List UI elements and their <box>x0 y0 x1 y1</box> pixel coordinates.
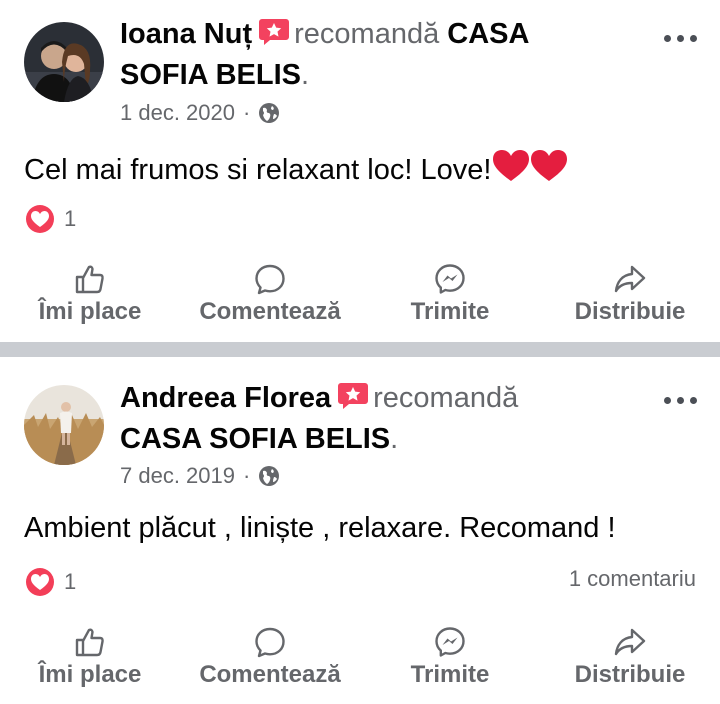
reactions-summary[interactable]: 1 <box>24 566 76 598</box>
post-text: Ambient plăcut , liniște , relaxare. Rec… <box>24 509 704 547</box>
author-name[interactable]: Andreea Florea <box>120 382 331 414</box>
comment-button[interactable]: Comentează <box>180 625 360 689</box>
globe-icon <box>258 465 280 487</box>
send-button[interactable]: Trimite <box>360 625 540 689</box>
reaction-count: 1 <box>64 569 77 594</box>
send-button[interactable]: Trimite <box>360 262 540 326</box>
messenger-icon <box>435 627 465 657</box>
more-dot <box>689 34 697 42</box>
more-dot <box>676 34 684 42</box>
like-label: Îmi place <box>38 298 142 325</box>
share-button[interactable]: Distribuie <box>540 625 720 689</box>
comment-bubble-icon <box>255 264 285 295</box>
thumbs-up-icon <box>75 265 104 294</box>
post-text-content: Cel mai frumos si relaxant loc! Love! <box>24 154 492 186</box>
post-date[interactable]: 7 dec. 2019 <box>120 463 235 489</box>
comment-label: Comentează <box>199 298 341 325</box>
meta-separator: · <box>242 463 251 488</box>
author-avatar[interactable] <box>24 385 104 465</box>
header-period: . <box>301 59 310 91</box>
more-dot <box>689 396 697 404</box>
author-avatar[interactable] <box>24 22 104 102</box>
globe-icon <box>258 102 280 124</box>
post-card-2: Andreea Florea recomandă CASA SOFIA BELIS… <box>0 357 720 704</box>
share-button[interactable]: Distribuie <box>540 262 720 326</box>
post-text-content: Ambient plăcut , liniște , relaxare. Rec… <box>24 512 616 544</box>
share-label: Distribuie <box>574 661 686 688</box>
action-bar: Îmi place Comentează Trimite Distribuie <box>0 262 720 326</box>
like-button[interactable]: Îmi place <box>0 262 180 326</box>
reactions-summary[interactable]: 1 <box>24 203 76 235</box>
comment-bubble-icon <box>255 627 285 658</box>
post-meta: 7 dec. 2019 · <box>120 463 280 489</box>
share-label: Distribuie <box>574 298 686 325</box>
heart-reaction-icon <box>24 566 56 598</box>
more-horizontal-icon <box>663 34 671 42</box>
more-horizontal-icon <box>663 396 671 404</box>
meta-separator: · <box>242 100 251 125</box>
like-label: Îmi place <box>38 661 142 688</box>
messenger-icon <box>435 264 465 294</box>
post-date[interactable]: 1 dec. 2020 <box>120 100 235 126</box>
post-text: Cel mai frumos si relaxant loc! Love! <box>24 147 704 195</box>
send-label: Trimite <box>410 298 490 325</box>
post-card-1: Ioana Nuț recomandă CASA SOFIA BELIS. 1 d… <box>0 0 720 342</box>
more-options-button[interactable] <box>660 28 700 48</box>
recommend-verb: recomandă <box>294 18 440 50</box>
page-name-link[interactable]: CASA SOFIA BELIS <box>120 423 390 455</box>
comment-label: Comentează <box>199 661 341 688</box>
recommend-star-icon <box>258 18 290 56</box>
share-arrow-icon <box>614 265 646 293</box>
share-arrow-icon <box>614 628 646 656</box>
post-header: Andreea Florea recomandă CASA SOFIA BELIS… <box>120 379 590 458</box>
header-period: . <box>390 423 399 455</box>
more-options-button[interactable] <box>660 390 700 410</box>
more-dot <box>676 396 684 404</box>
comments-count-link[interactable]: 1 comentariu <box>569 566 696 592</box>
recommend-verb: recomandă <box>373 382 519 414</box>
action-bar: Îmi place Comentează Trimite Distribuie <box>0 625 720 689</box>
like-button[interactable]: Îmi place <box>0 625 180 689</box>
post-header: Ioana Nuț recomandă CASA SOFIA BELIS. <box>120 15 590 94</box>
post-meta: 1 dec. 2020 · <box>120 100 280 126</box>
post-divider <box>0 342 720 357</box>
recommend-star-icon <box>337 382 369 420</box>
heart-emoji-icon <box>491 147 571 195</box>
thumbs-up-icon <box>75 628 104 657</box>
reaction-count: 1 <box>64 206 77 231</box>
author-name[interactable]: Ioana Nuț <box>120 18 252 50</box>
comment-button[interactable]: Comentează <box>180 262 360 326</box>
heart-reaction-icon <box>24 203 56 235</box>
send-label: Trimite <box>410 661 490 688</box>
